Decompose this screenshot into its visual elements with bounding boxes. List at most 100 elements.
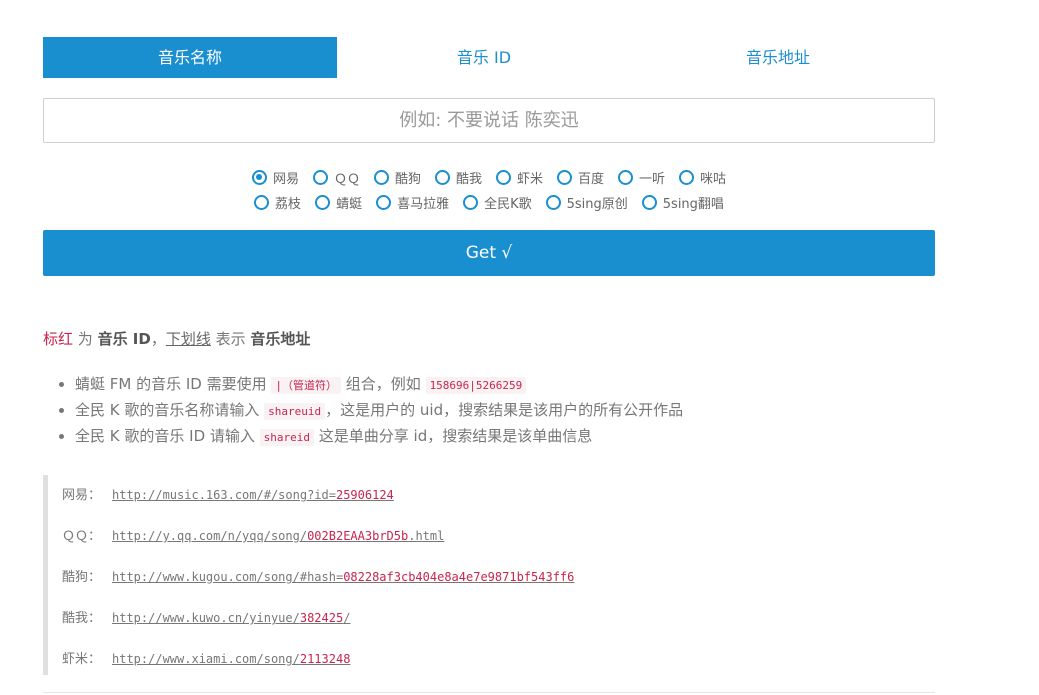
source-label: 喜马拉雅 (397, 196, 450, 212)
source-label: 酷狗 (394, 171, 421, 187)
link-prefix: http://www.xiami.com/song/ (112, 652, 300, 666)
radio-circle-icon (376, 194, 392, 210)
source-radio-migu[interactable]: 咪咕 (679, 168, 726, 187)
source-label: 5sing原创 (566, 196, 628, 212)
source-label: 全民K歌 (484, 196, 532, 212)
radio-circle-icon (315, 194, 331, 210)
source-label: 网易 (272, 171, 299, 187)
source-radio-qingting[interactable]: 蜻蜓 (315, 193, 363, 212)
link-id: 25906124 (335, 488, 394, 502)
radio-circle-icon (312, 169, 328, 185)
tab-music-name[interactable]: 音乐名称 (43, 37, 337, 78)
example-link[interactable]: http://www.kuwo.cn/yinyue/382425/ (112, 611, 350, 625)
example-link[interactable]: http://www.kugou.com/song/#hash=08228af3… (112, 570, 574, 584)
radio-circle-icon (254, 194, 270, 210)
search-input[interactable] (43, 98, 935, 143)
example-label: 酷狗： (62, 570, 102, 585)
note-code: shareuid (264, 403, 326, 420)
radio-circle-icon (373, 169, 389, 185)
note-item: 全民 K 歌的音乐 ID 请输入 shareid 这是单曲分享 id，搜索结果是… (75, 424, 683, 450)
note-text: 组合，例如 (341, 375, 426, 393)
search-type-tabs: 音乐名称 音乐 ID 音乐地址 (43, 37, 935, 78)
example-row: 酷狗： http://www.kugou.com/song/#hash=08228… (62, 566, 574, 585)
source-radio-qq[interactable]: ＱＱ (312, 168, 360, 187)
link-suffix: .html (408, 529, 445, 543)
source-radio-kge[interactable]: 全民K歌 (463, 193, 532, 212)
legend-text-2: ， (150, 330, 166, 348)
tab-music-id[interactable]: 音乐 ID (337, 37, 631, 78)
source-label: 一听 (639, 171, 666, 187)
source-label: 百度 (578, 171, 605, 187)
example-label: 虾米： (62, 652, 102, 667)
get-button[interactable]: Get √ (43, 230, 935, 276)
example-label: 酷我： (62, 611, 102, 626)
radio-circle-icon (641, 194, 657, 210)
legend-text: 标红 为 音乐 ID，下划线 表示 音乐地址 (43, 328, 310, 349)
divider (43, 692, 935, 693)
link-prefix: http://www.kuwo.cn/yinyue/ (112, 611, 300, 625)
link-id: 2113248 (299, 652, 351, 666)
link-id: 002B2EAA3brD5b (307, 529, 409, 543)
link-suffix: / (343, 611, 351, 625)
example-link[interactable]: http://www.xiami.com/song/2113248 (112, 652, 350, 666)
source-label: 荔枝 (275, 196, 302, 212)
example-urls-blockquote: 网易： http://music.163.com/#/song?id=259061… (43, 475, 935, 675)
source-label: 蜻蜓 (336, 196, 363, 212)
tab-music-url[interactable]: 音乐地址 (631, 37, 925, 78)
source-radio-row-2: 荔枝 蜻蜓 喜马拉雅 全民K歌 5sing原创 5sing翻唱 (43, 193, 935, 212)
link-prefix: http://www.kugou.com/song/#hash= (112, 570, 344, 584)
radio-circle-icon (679, 169, 695, 185)
example-link[interactable]: http://music.163.com/#/song?id=25906124 (112, 488, 394, 502)
note-text: 全民 K 歌的音乐名称请输入 (75, 401, 265, 419)
radio-circle-icon (496, 169, 511, 185)
source-radio-5sing-original[interactable]: 5sing原创 (545, 193, 628, 212)
note-code: shareid (259, 429, 315, 446)
example-label: ＱＱ： (62, 529, 102, 544)
example-label: 网易： (62, 488, 102, 503)
radio-circle-icon (557, 169, 573, 185)
legend-underline-text: 下划线 (165, 330, 211, 348)
example-row: 虾米： http://www.xiami.com/song/2113248 (62, 648, 350, 667)
note-code: 158696|5266259 (425, 377, 527, 394)
note-text: ，这是用户的 uid，搜索结果是该用户的所有公开作品 (325, 401, 684, 419)
source-radio-ximalaya[interactable]: 喜马拉雅 (376, 193, 450, 212)
legend-bold-url: 音乐地址 (250, 330, 311, 348)
legend-bold-id: 音乐 ID (97, 330, 151, 348)
source-label: 5sing翻唱 (662, 196, 724, 212)
source-radio-netease[interactable]: 网易 (251, 168, 299, 187)
note-code: |（管道符） (271, 377, 342, 394)
note-text: 这是单曲分享 id，搜索结果是该单曲信息 (314, 427, 593, 445)
legend-red-text: 标红 (43, 330, 74, 348)
radio-circle-icon (434, 169, 450, 185)
link-prefix: http://music.163.com/#/song?id= (112, 488, 336, 502)
radio-circle-icon (545, 194, 561, 210)
source-label: 酷我 (455, 171, 482, 187)
legend-text-3: 表示 (210, 330, 251, 348)
notes-list: 蜻蜓 FM 的音乐 ID 需要使用 |（管道符） 组合，例如 158696|52… (43, 372, 683, 450)
example-row: 酷我： http://www.kuwo.cn/yinyue/382425/ (62, 607, 350, 626)
example-row: 网易： http://music.163.com/#/song?id=259061… (62, 484, 394, 503)
source-radio-5sing-cover[interactable]: 5sing翻唱 (641, 193, 724, 212)
note-text: 全民 K 歌的音乐 ID 请输入 (75, 427, 260, 445)
note-item: 全民 K 歌的音乐名称请输入 shareuid，这是用户的 uid，搜索结果是该… (75, 398, 683, 424)
source-radio-row-1: 网易 ＱＱ 酷狗 酷我 虾米 百度 一听 咪咕 (43, 168, 935, 187)
note-item: 蜻蜓 FM 的音乐 ID 需要使用 |（管道符） 组合，例如 158696|52… (75, 372, 683, 398)
radio-circle-icon (463, 194, 479, 210)
source-label: ＱＱ (333, 171, 360, 187)
link-id: 382425 (299, 611, 344, 625)
source-radio-xiami[interactable]: 虾米 (496, 168, 544, 187)
legend-text-1: 为 (73, 330, 98, 348)
radio-circle-icon (618, 169, 634, 185)
source-radio-kugou[interactable]: 酷狗 (373, 168, 421, 187)
link-prefix: http://y.qq.com/n/yqq/song/ (112, 529, 308, 543)
source-radio-1ting[interactable]: 一听 (618, 168, 666, 187)
example-row: ＱＱ： http://y.qq.com/n/yqq/song/002B2EAA3b… (62, 525, 444, 544)
source-radio-kuwo[interactable]: 酷我 (434, 168, 482, 187)
note-text: 蜻蜓 FM 的音乐 ID 需要使用 (75, 375, 272, 393)
example-link[interactable]: http://y.qq.com/n/yqq/song/002B2EAA3brD5… (112, 529, 444, 543)
source-label: 虾米 (517, 171, 544, 187)
source-radio-lizhi[interactable]: 荔枝 (254, 193, 302, 212)
link-id: 08228af3cb404e8a4e7e9871bf543ff6 (343, 570, 575, 584)
source-radio-baidu[interactable]: 百度 (557, 168, 605, 187)
radio-circle-icon (251, 169, 267, 185)
